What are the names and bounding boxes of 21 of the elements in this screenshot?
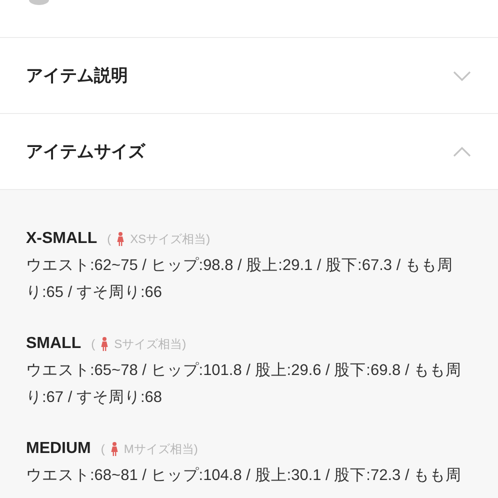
size-measurements: ウエスト:65~78 / ヒップ:101.8 / 股上:29.6 / 股下:69.8 / もも周り:67 / すそ周り:68 xyxy=(26,361,463,408)
paren: ( xyxy=(100,441,105,458)
chevron-up-icon xyxy=(452,146,472,158)
size-measurements: ウエスト:68~81 / ヒップ:104.8 / 股上:30.1 / 股下:72.3 / もも周 xyxy=(26,466,463,486)
size-name: SMALL xyxy=(26,334,82,354)
person-icon xyxy=(110,442,118,456)
size-name: X-SMALL xyxy=(26,229,98,249)
chevron-down-icon xyxy=(452,70,472,82)
person-icon xyxy=(101,337,108,351)
section-title: アイテム説明 xyxy=(26,64,128,87)
avatar-icon xyxy=(28,0,50,5)
paren: ( xyxy=(91,336,96,353)
person-icon xyxy=(117,232,124,246)
size-equivalent: Mサイズ相当) xyxy=(124,441,198,458)
size-equivalent: Sサイズ相当) xyxy=(114,336,186,353)
size-measurements: ウエスト:62~75 / ヒップ:98.8 / 股上:29.1 / 股下:67.3 / もも周り:65 / すそ周り:66 xyxy=(26,256,454,303)
paren: ( xyxy=(107,231,112,248)
accordion-header[interactable]: アイテム説明 xyxy=(0,38,498,114)
size-name: MEDIUM xyxy=(26,439,91,459)
size-equivalent: XSサイズ相当) xyxy=(130,231,210,248)
section-title: アイテムサイズ xyxy=(26,140,145,163)
